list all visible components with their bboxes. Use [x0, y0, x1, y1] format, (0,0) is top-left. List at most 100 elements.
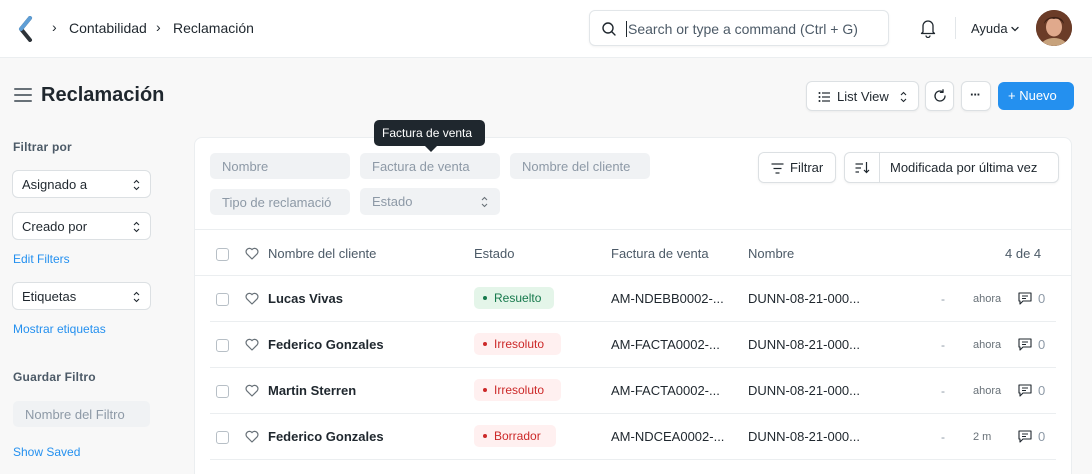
row-dash: -	[941, 430, 945, 444]
header-cliente[interactable]: Nombre del cliente	[268, 246, 376, 261]
breadcrumb-contabilidad[interactable]: Contabilidad	[69, 20, 147, 36]
assigned-to-label: Asignado a	[22, 177, 88, 192]
comment-icon[interactable]	[1018, 338, 1032, 351]
chevron-down-icon[interactable]	[1010, 24, 1020, 34]
header-nombre[interactable]: Nombre	[748, 246, 794, 261]
cliente-filter-input[interactable]: Nombre del cliente	[510, 153, 650, 179]
row-nombre: DUNN-08-21-000...	[748, 383, 860, 398]
heart-icon[interactable]	[245, 338, 259, 351]
refresh-button[interactable]	[925, 81, 954, 111]
heart-icon[interactable]	[245, 247, 259, 260]
edit-filters-link[interactable]: Edit Filters	[13, 252, 70, 266]
tipo-filter-placeholder: Tipo de reclamació	[222, 195, 332, 210]
updown-icon	[133, 179, 140, 191]
filter-button-label: Filtrar	[790, 160, 824, 175]
row-nombre: DUNN-08-21-000...	[748, 291, 860, 306]
comment-icon[interactable]	[1018, 430, 1032, 443]
app-logo-icon[interactable]	[18, 16, 34, 42]
status-badge: Irresoluto	[474, 333, 561, 355]
search-input[interactable]: Search or type a command (Ctrl + G)	[589, 10, 889, 46]
header-estado[interactable]: Estado	[474, 246, 514, 261]
new-button[interactable]: + Nuevo	[998, 82, 1074, 110]
breadcrumb-chevron-icon: ›	[156, 19, 161, 35]
status-badge: Borrador	[474, 425, 556, 447]
sidebar-toggle-icon[interactable]	[14, 88, 32, 104]
help-dropdown[interactable]: Ayuda	[971, 21, 1008, 36]
sort-label: Modificada por última vez	[890, 160, 1038, 175]
heart-icon[interactable]	[245, 384, 259, 397]
created-by-select[interactable]: Creado por	[12, 212, 151, 240]
breadcrumb-chevron-icon: ›	[52, 19, 57, 35]
list-view-label: List View	[837, 89, 889, 104]
row-checkbox[interactable]	[216, 431, 229, 444]
heart-icon[interactable]	[245, 430, 259, 443]
show-saved-link[interactable]: Show Saved	[13, 445, 80, 459]
estado-filter-select[interactable]: Estado	[360, 188, 500, 215]
new-button-label: + Nuevo	[1008, 88, 1057, 103]
updown-icon	[481, 196, 488, 208]
row-cliente[interactable]: Lucas Vivas	[268, 291, 343, 306]
nombre-filter-input[interactable]: Nombre	[210, 153, 350, 179]
header-divider	[195, 275, 1071, 276]
heart-icon[interactable]	[245, 292, 259, 305]
list-icon	[818, 92, 830, 102]
show-tags-link[interactable]: Mostrar etiquetas	[13, 322, 106, 336]
record-count: 4 de 4	[1005, 246, 1042, 261]
updown-icon	[133, 291, 140, 303]
navbar: › Contabilidad › Reclamación Search or t…	[0, 0, 1092, 58]
filter-name-placeholder: Nombre del Filtro	[25, 407, 125, 422]
row-cliente[interactable]: Martin Sterren	[268, 383, 356, 398]
tipo-filter-input[interactable]: Tipo de reclamació	[210, 189, 350, 215]
tags-label: Etiquetas	[22, 289, 77, 304]
header-factura[interactable]: Factura de venta	[611, 246, 709, 261]
tags-select[interactable]: Etiquetas	[12, 282, 151, 310]
filter-button[interactable]: Filtrar	[758, 152, 836, 183]
row-nombre: DUNN-08-21-000...	[748, 429, 860, 444]
row-divider	[210, 413, 1056, 414]
row-factura: AM-FACTA0002-...	[611, 337, 720, 352]
row-cliente[interactable]: Federico Gonzales	[268, 337, 384, 352]
row-dash: -	[941, 338, 945, 352]
breadcrumb-reclamacion[interactable]: Reclamación	[173, 20, 254, 36]
row-time: 2 m	[973, 431, 992, 443]
comment-icon[interactable]	[1018, 292, 1032, 305]
search-placeholder: Search or type a command (Ctrl + G)	[626, 21, 858, 37]
tooltip: Factura de venta	[374, 120, 485, 146]
user-avatar[interactable]	[1036, 10, 1072, 46]
row-comment-count: 0	[1038, 429, 1046, 444]
comment-icon[interactable]	[1018, 384, 1032, 397]
sort-control[interactable]: Modificada por última vez	[844, 152, 1059, 183]
status-badge: Resuelto	[474, 287, 554, 309]
more-icon: ···	[970, 87, 981, 102]
navbar-divider	[955, 17, 956, 39]
more-options-button[interactable]: ···	[961, 81, 991, 111]
row-comment-count: 0	[1038, 337, 1046, 352]
list-view-switcher[interactable]: List View	[806, 81, 919, 111]
updown-icon	[133, 221, 140, 233]
refresh-icon	[934, 89, 946, 102]
assigned-to-select[interactable]: Asignado a	[12, 170, 151, 198]
row-checkbox[interactable]	[216, 385, 229, 398]
row-checkbox[interactable]	[216, 293, 229, 306]
select-all-checkbox[interactable]	[216, 248, 229, 261]
filter-icon	[771, 163, 784, 174]
row-cliente[interactable]: Federico Gonzales	[268, 429, 384, 444]
search-icon	[602, 22, 616, 36]
row-divider	[210, 321, 1056, 322]
save-filter-heading: Guardar Filtro	[13, 370, 96, 384]
factura-filter-input[interactable]: Factura de venta	[360, 153, 500, 179]
sort-icon	[855, 162, 870, 174]
row-checkbox[interactable]	[216, 339, 229, 352]
cliente-filter-placeholder: Nombre del cliente	[522, 159, 631, 174]
filter-name-input[interactable]: Nombre del Filtro	[13, 401, 150, 427]
estado-filter-placeholder: Estado	[372, 194, 413, 209]
updown-icon	[900, 91, 907, 103]
sort-order-button[interactable]	[845, 153, 880, 182]
row-comment-count: 0	[1038, 291, 1046, 306]
factura-filter-placeholder: Factura de venta	[372, 159, 470, 174]
row-dash: -	[941, 292, 945, 306]
notification-bell-icon[interactable]	[919, 18, 937, 38]
row-factura: AM-NDEBB0002-...	[611, 291, 724, 306]
tooltip-text: Factura de venta	[382, 126, 473, 140]
row-nombre: DUNN-08-21-000...	[748, 337, 860, 352]
